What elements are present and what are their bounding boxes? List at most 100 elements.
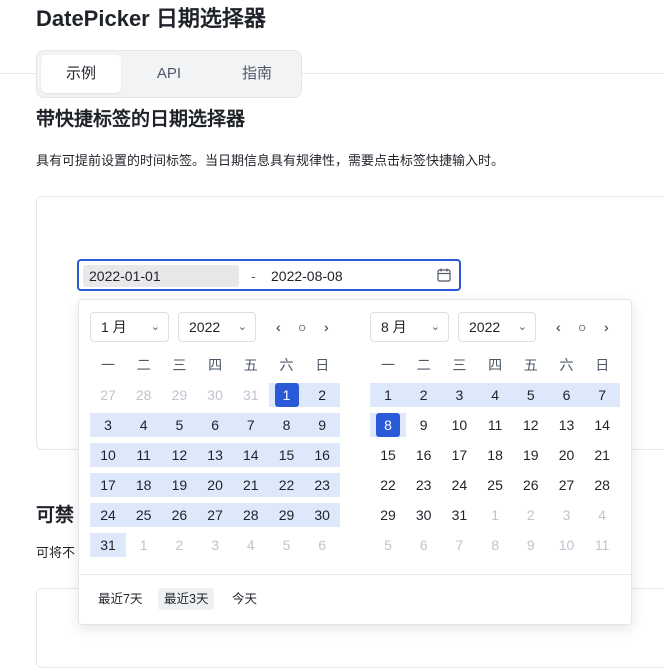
day-cell[interactable]: 23 <box>412 473 436 497</box>
day-cell[interactable]: 30 <box>412 503 436 527</box>
day-cell[interactable]: 19 <box>167 473 191 497</box>
date-range-input[interactable]: 2022-01-01 - 2022-08-08 <box>77 259 461 291</box>
day-cell[interactable]: 8 <box>483 533 507 557</box>
day-cell[interactable]: 5 <box>275 533 299 557</box>
day-cell[interactable]: 23 <box>310 473 334 497</box>
day-cell[interactable]: 19 <box>519 443 543 467</box>
day-cell[interactable]: 30 <box>310 503 334 527</box>
day-cell[interactable]: 17 <box>96 473 120 497</box>
day-cell[interactable]: 2 <box>412 383 436 407</box>
day-cell[interactable]: 9 <box>412 413 436 437</box>
day-cell[interactable]: 7 <box>239 413 263 437</box>
day-cell[interactable]: 31 <box>96 533 120 557</box>
day-cell[interactable]: 27 <box>555 473 579 497</box>
day-cell[interactable]: 3 <box>96 413 120 437</box>
range-start-input[interactable]: 2022-01-01 <box>83 265 239 287</box>
shortcut-today[interactable]: 今天 <box>226 588 263 610</box>
day-cell[interactable]: 26 <box>519 473 543 497</box>
day-cell[interactable]: 27 <box>96 383 120 407</box>
day-cell[interactable]: 24 <box>447 473 471 497</box>
range-end-input[interactable]: 2022-08-08 <box>265 265 431 287</box>
day-cell[interactable]: 22 <box>275 473 299 497</box>
day-cell[interactable]: 1 <box>376 383 400 407</box>
left-prev-month-icon[interactable]: ‹ <box>276 312 281 342</box>
day-cell[interactable]: 13 <box>555 413 579 437</box>
day-cell[interactable]: 2 <box>167 533 191 557</box>
day-cell[interactable]: 11 <box>132 443 156 467</box>
day-cell[interactable]: 4 <box>132 413 156 437</box>
day-cell[interactable]: 10 <box>555 533 579 557</box>
tab-guide[interactable]: 指南 <box>217 55 297 93</box>
day-cell[interactable]: 28 <box>590 473 614 497</box>
day-cell[interactable]: 31 <box>239 383 263 407</box>
day-cell[interactable]: 25 <box>483 473 507 497</box>
day-cell[interactable]: 28 <box>239 503 263 527</box>
day-cell[interactable]: 18 <box>132 473 156 497</box>
day-cell[interactable]: 30 <box>203 383 227 407</box>
day-cell[interactable]: 20 <box>555 443 579 467</box>
day-cell[interactable]: 29 <box>376 503 400 527</box>
shortcut-last-7-days[interactable]: 最近7天 <box>92 588 148 610</box>
day-cell[interactable]: 6 <box>203 413 227 437</box>
day-cell[interactable]: 1 <box>132 533 156 557</box>
left-next-month-icon[interactable]: › <box>324 312 329 342</box>
day-cell[interactable]: 13 <box>203 443 227 467</box>
day-cell[interactable]: 8 <box>275 413 299 437</box>
right-next-month-icon[interactable]: › <box>604 312 609 342</box>
day-cell[interactable]: 9 <box>310 413 334 437</box>
day-cell[interactable]: 12 <box>519 413 543 437</box>
selected-day-cell[interactable]: 8 <box>376 413 400 437</box>
day-cell[interactable]: 21 <box>590 443 614 467</box>
day-cell[interactable]: 7 <box>447 533 471 557</box>
day-cell[interactable]: 2 <box>519 503 543 527</box>
day-cell[interactable]: 29 <box>167 383 191 407</box>
right-month-select[interactable]: 8 月 ⌄ <box>370 312 449 342</box>
right-year-select[interactable]: 2022 ⌄ <box>458 312 536 342</box>
day-cell[interactable]: 12 <box>167 443 191 467</box>
day-cell[interactable]: 6 <box>555 383 579 407</box>
day-cell[interactable]: 4 <box>239 533 263 557</box>
day-cell[interactable]: 26 <box>167 503 191 527</box>
day-cell[interactable]: 9 <box>519 533 543 557</box>
day-cell[interactable]: 15 <box>376 443 400 467</box>
day-cell[interactable]: 29 <box>275 503 299 527</box>
day-cell[interactable]: 6 <box>310 533 334 557</box>
tab-api[interactable]: API <box>129 55 209 93</box>
day-cell[interactable]: 16 <box>310 443 334 467</box>
day-cell[interactable]: 3 <box>203 533 227 557</box>
day-cell[interactable]: 14 <box>239 443 263 467</box>
tab-examples[interactable]: 示例 <box>41 55 121 93</box>
right-prev-month-icon[interactable]: ‹ <box>556 312 561 342</box>
left-today-icon[interactable]: ○ <box>298 312 306 342</box>
day-cell[interactable]: 6 <box>412 533 436 557</box>
right-today-icon[interactable]: ○ <box>578 312 586 342</box>
day-cell[interactable]: 21 <box>239 473 263 497</box>
day-cell[interactable]: 3 <box>447 383 471 407</box>
day-cell[interactable]: 5 <box>376 533 400 557</box>
day-cell[interactable]: 24 <box>96 503 120 527</box>
day-cell[interactable]: 3 <box>555 503 579 527</box>
selected-day-cell[interactable]: 1 <box>274 383 299 407</box>
day-cell[interactable]: 28 <box>132 383 156 407</box>
left-month-select[interactable]: 1 月 ⌄ <box>90 312 169 342</box>
shortcut-last-3-days[interactable]: 最近3天 <box>158 588 215 610</box>
day-cell[interactable]: 10 <box>447 413 471 437</box>
calendar-icon[interactable] <box>437 268 451 282</box>
day-cell[interactable]: 16 <box>412 443 436 467</box>
day-cell[interactable]: 2 <box>310 383 334 407</box>
day-cell[interactable]: 7 <box>590 383 614 407</box>
day-cell[interactable]: 10 <box>96 443 120 467</box>
day-cell[interactable]: 15 <box>275 443 299 467</box>
day-cell[interactable]: 11 <box>590 533 614 557</box>
day-cell[interactable]: 17 <box>447 443 471 467</box>
day-cell[interactable]: 18 <box>483 443 507 467</box>
day-cell[interactable]: 5 <box>519 383 543 407</box>
day-cell[interactable]: 31 <box>447 503 471 527</box>
day-cell[interactable]: 1 <box>483 503 507 527</box>
day-cell[interactable]: 20 <box>203 473 227 497</box>
day-cell[interactable]: 27 <box>203 503 227 527</box>
day-cell[interactable]: 25 <box>132 503 156 527</box>
day-cell[interactable]: 11 <box>483 413 507 437</box>
day-cell[interactable]: 14 <box>590 413 614 437</box>
day-cell[interactable]: 4 <box>590 503 614 527</box>
